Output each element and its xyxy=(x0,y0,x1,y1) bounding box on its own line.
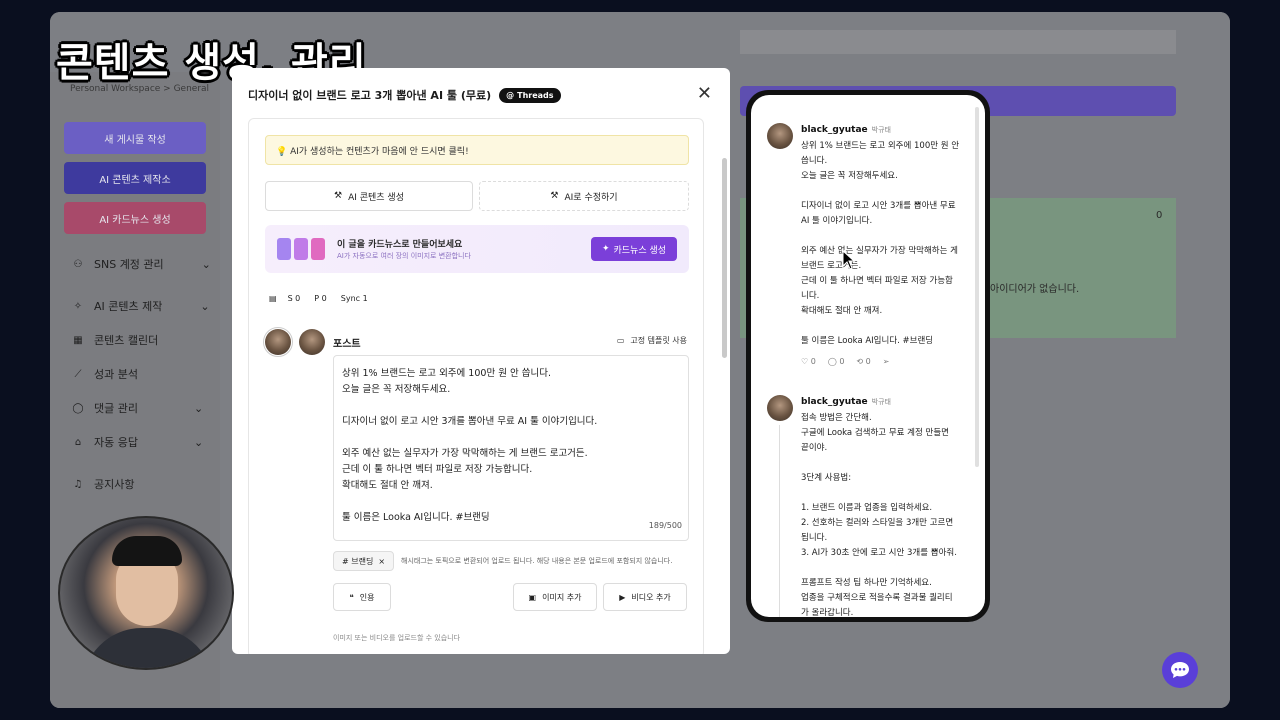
sidebar-item-calendar[interactable]: ▦ 콘텐츠 캘린더 xyxy=(72,332,158,348)
sidebar-item-analytics[interactable]: ⟋ 성과 분석 xyxy=(72,366,138,382)
preview-scrollbar[interactable] xyxy=(975,107,979,467)
upload-note: 이미지 또는 비디오를 업로드할 수 있습니다 xyxy=(333,634,461,642)
presenter-shirt xyxy=(82,628,214,668)
account-avatar[interactable] xyxy=(299,329,325,359)
modal-header: 디자이너 없이 브랜드 로고 3개 뽑아낸 AI 툴 (무료) @ Threads… xyxy=(248,83,714,105)
post-actions: ♡ 0 ◯ 0 ⟲ 0 ➢ xyxy=(801,357,889,366)
hashtag-note: 해시태그는 토픽으로 변환되어 업로드 됩니다. 해당 내용은 본문 업로드에 … xyxy=(401,557,673,565)
promo-title: 이 글을 카드뉴스로 만들어보세요 xyxy=(337,240,463,250)
repost-button[interactable]: ⟲ 0 xyxy=(856,357,870,366)
share-icon[interactable]: ➢ xyxy=(883,357,890,366)
sidebar-item-sns[interactable]: ⚇ SNS 계정 관리 ⌄ xyxy=(72,256,211,272)
comment-icon: ◯ xyxy=(72,402,84,414)
chat-support-button[interactable] xyxy=(1162,652,1198,688)
bell-icon: ♫ xyxy=(73,478,83,490)
empty-ideas-text: 아이디어가 없습니다. xyxy=(990,284,1080,295)
idea-count: 0 xyxy=(1156,210,1163,221)
sidebar-item-notice[interactable]: ♫ 공지사항 xyxy=(72,476,135,492)
sidebar-item-auto-reply[interactable]: ⌂ 자동 응답 ⌄ xyxy=(72,434,203,450)
ai-cardnews-button[interactable]: AI 카드뉴스 생성 xyxy=(64,202,206,234)
content-editor-modal: 디자이너 없이 브랜드 로고 3개 뽑아낸 AI 툴 (무료) @ Threads… xyxy=(232,68,730,654)
remove-hashtag-icon[interactable]: × xyxy=(378,557,385,566)
chevron-down-icon: ⌄ xyxy=(200,299,210,313)
chat-bubble-icon xyxy=(1171,662,1189,678)
promo-subtitle: AI가 자동으로 여러 장의 이미지로 변환합니다 xyxy=(337,252,471,260)
modal-title: 디자이너 없이 브랜드 로고 3개 뽑아낸 AI 툴 (무료) xyxy=(248,89,492,102)
char-counter: 189/500 xyxy=(648,521,682,530)
background-panel xyxy=(740,30,1176,54)
magic-wand-icon: ⚒ xyxy=(333,191,343,201)
video-icon: ▶ xyxy=(619,592,626,602)
ai-studio-button[interactable]: AI 콘텐츠 제작소 xyxy=(64,162,206,194)
post-text-editor[interactable]: 상위 1% 브랜드는 로고 외주에 100만 원 안 씁니다. 오늘 글은 꼭 … xyxy=(333,355,689,541)
chevron-down-icon: ⌄ xyxy=(193,401,204,415)
modal-body: 💡 AI가 생성하는 컨텐츠가 마음에 안 드시면 클릭! ⚒ AI 콘텐츠 생성… xyxy=(248,118,704,654)
users-icon: ⚇ xyxy=(73,258,83,270)
chevron-down-icon: ⌄ xyxy=(201,257,211,271)
video-frame: Personal Workspace > General 새 게시물 작성 AI… xyxy=(0,0,1280,720)
post-stats: ▤ S 0 P 0 Sync 1 xyxy=(269,294,368,303)
cardnews-promo: 이 글을 카드뉴스로 만들어보세요 AI가 자동으로 여러 장의 이미지로 변환… xyxy=(265,225,689,273)
webcam-overlay xyxy=(58,516,234,670)
quote-icon: ❝ xyxy=(349,592,354,602)
modal-scrollbar[interactable] xyxy=(722,158,727,358)
avatar xyxy=(767,123,793,149)
regenerate-tip[interactable]: 💡 AI가 생성하는 컨텐츠가 마음에 안 드시면 클릭! xyxy=(265,135,689,165)
presenter-hair xyxy=(112,536,182,566)
close-button[interactable]: ✕ xyxy=(697,83,712,104)
threads-icon: @ xyxy=(506,90,515,100)
sidebar-item-ai-content[interactable]: ✧ AI 콘텐츠 제작 ⌄ xyxy=(72,298,210,314)
post-label: 포스트 xyxy=(333,339,361,350)
cardnews-tiles-icon xyxy=(277,238,325,260)
avatar xyxy=(767,395,793,421)
preview-post: black_gyutae 박규태 접속 방법은 간단해. 구글에 Looka 검색… xyxy=(767,395,967,617)
document-icon: ▭ xyxy=(616,336,625,345)
sparkle-icon: ✦ xyxy=(601,244,610,254)
sidebar-item-comments[interactable]: ◯ 댓글 관리 ⌄ xyxy=(72,400,203,416)
add-video-button[interactable]: ▶ 비디오 추가 xyxy=(603,583,687,611)
threads-badge: @ Threads xyxy=(499,87,561,103)
new-post-button[interactable]: 새 게시물 작성 xyxy=(64,122,206,154)
threads-preview-phone: black_gyutae 박규태 상위 1% 브랜드는 로고 외주에 100만 원… xyxy=(746,90,990,622)
preview-post: black_gyutae 박규태 상위 1% 브랜드는 로고 외주에 100만 원… xyxy=(767,123,967,383)
quote-button[interactable]: ❝ 인용 xyxy=(333,583,391,611)
cardnews-generate-button[interactable]: ✦ 카드뉴스 생성 xyxy=(591,237,677,261)
chart-icon: ⟋ xyxy=(74,368,82,380)
magic-wand-icon: ⚒ xyxy=(550,191,559,201)
fixed-template-button[interactable]: ▭ 고정 템플릿 사용 xyxy=(617,335,687,346)
hashtag-chip[interactable]: # 브랜딩 × xyxy=(333,551,395,571)
comment-button[interactable]: ◯ 0 xyxy=(828,357,845,366)
account-avatar-selected[interactable] xyxy=(263,327,293,359)
preview-screen[interactable]: black_gyutae 박규태 상위 1% 브랜드는 로고 외주에 100만 원… xyxy=(751,95,985,617)
thread-line xyxy=(779,425,780,617)
grid-icon: ▦ xyxy=(73,334,83,346)
ai-generate-button[interactable]: ⚒ AI 콘텐츠 생성 xyxy=(265,181,473,211)
like-button[interactable]: ♡ 0 xyxy=(801,357,816,366)
username: black_gyutae 박규태 xyxy=(801,397,891,407)
chevron-down-icon: ⌄ xyxy=(193,435,204,449)
sparkle-icon: ✧ xyxy=(73,300,83,312)
robot-icon: ⌂ xyxy=(74,436,82,448)
ai-edit-button[interactable]: ⚒ AI로 수정하기 xyxy=(479,181,689,211)
post-body: 상위 1% 브랜드는 로고 외주에 100만 원 안 씁니다. 오늘 글은 꼭 … xyxy=(801,141,960,346)
image-icon: ▣ xyxy=(528,592,537,602)
username: black_gyutae 박규태 xyxy=(801,125,891,135)
post-body: 접속 방법은 간단해. 구글에 Looka 검색하고 무료 계정 만들면 끝이야… xyxy=(801,413,957,617)
add-image-button[interactable]: ▣ 이미지 추가 xyxy=(513,583,597,611)
calendar-icon: ▤ xyxy=(269,294,277,303)
